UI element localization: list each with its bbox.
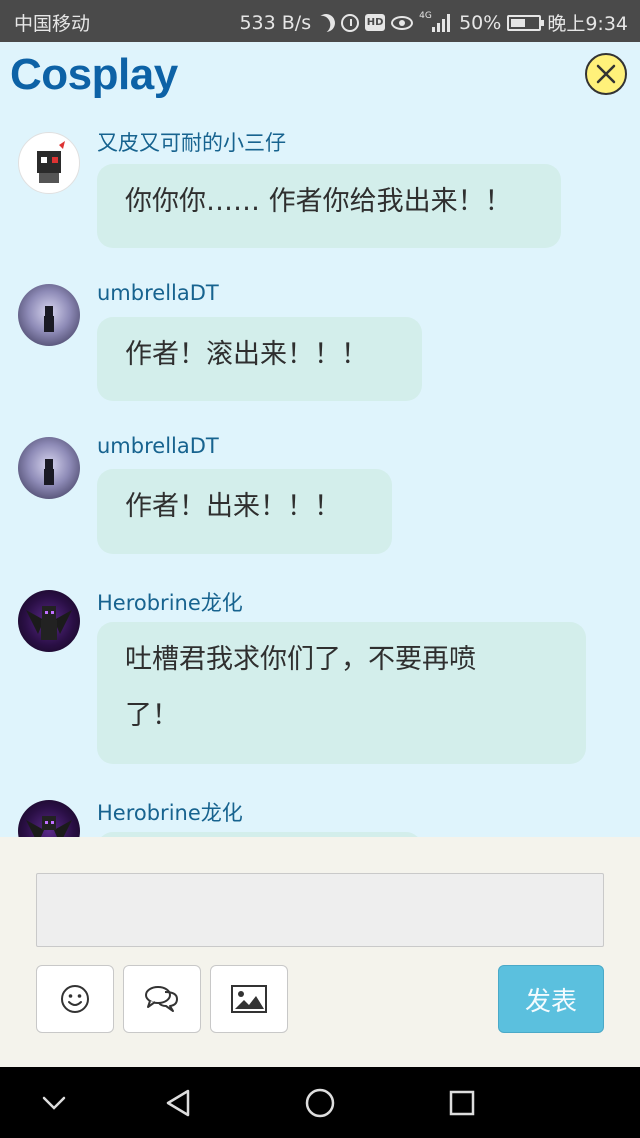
page-title: Cosplay xyxy=(10,50,178,99)
hd-icon: HD xyxy=(365,14,386,31)
chevron-down-icon xyxy=(42,1096,66,1110)
message-bubble[interactable]: 你你你…… 作者你给我出来！！ xyxy=(97,164,561,248)
network-type: 4G xyxy=(419,10,432,21)
message-bubble[interactable]: 吐槽君我求你们了，不要再喷 了！ xyxy=(97,622,586,764)
clock: 晚上9:34 xyxy=(547,13,628,35)
message-input[interactable] xyxy=(36,873,604,947)
image-button[interactable] xyxy=(210,965,288,1033)
quote-button[interactable] xyxy=(123,965,201,1033)
close-icon xyxy=(596,64,616,84)
avatar[interactable] xyxy=(18,590,80,652)
nav-collapse-button[interactable] xyxy=(36,1085,72,1121)
eye-icon xyxy=(391,15,414,30)
avatar[interactable] xyxy=(18,437,80,499)
back-triangle-icon xyxy=(166,1089,190,1117)
message-text-line: 吐槽君我求你们了，不要再喷 xyxy=(125,644,476,675)
recents-square-icon xyxy=(449,1090,475,1116)
avatar[interactable] xyxy=(18,284,80,346)
home-circle-icon xyxy=(305,1088,335,1118)
username[interactable]: Herobrine龙化 xyxy=(97,797,243,827)
message-bubble[interactable]: 作者！出来！！！ xyxy=(97,469,392,554)
message-bubble[interactable]: 作者！滚出来！！！ xyxy=(97,317,422,401)
signal-icon: 4G xyxy=(419,10,453,32)
carrier-name: 中国移动 xyxy=(14,13,91,35)
username[interactable]: umbrellaDT xyxy=(97,281,219,305)
message-list[interactable]: 又皮又可耐的小三仔 你你你…… 作者你给我出来！！ umbrellaDT 作者！… xyxy=(0,110,640,837)
image-icon xyxy=(231,985,267,1013)
send-button[interactable]: 发表 xyxy=(498,965,604,1033)
moon-icon xyxy=(315,11,338,34)
status-bar: 中国移动 533 B/s HD 4G 50% 晚上9:34 xyxy=(0,0,640,42)
message-text: 你你你…… 作者你给我出来！！ xyxy=(125,186,512,217)
username[interactable]: umbrellaDT xyxy=(97,434,219,458)
message-text: 作者！出来！！！ xyxy=(125,491,341,522)
username[interactable]: Herobrine龙化 xyxy=(97,587,243,617)
battery-percent: 50% xyxy=(459,11,502,34)
battery-icon xyxy=(507,14,545,31)
close-button[interactable] xyxy=(585,53,627,95)
chat-bubbles-icon xyxy=(145,986,178,1012)
username[interactable]: 又皮又可耐的小三仔 xyxy=(97,127,286,157)
nav-back-button[interactable] xyxy=(160,1085,196,1121)
message-text-line: 了！ xyxy=(125,700,179,731)
smiley-icon xyxy=(61,985,89,1013)
nav-recents-button[interactable] xyxy=(444,1085,480,1121)
avatar[interactable] xyxy=(18,800,80,837)
network-speed: 533 B/s xyxy=(239,11,312,34)
composer: 发表 xyxy=(0,837,640,1067)
navigation-bar xyxy=(0,1067,640,1138)
emoji-button[interactable] xyxy=(36,965,114,1033)
alarm-icon xyxy=(341,13,360,32)
status-icons: 533 B/s HD 4G 50% 晚上9:34 xyxy=(239,9,628,36)
nav-home-button[interactable] xyxy=(302,1085,338,1121)
avatar[interactable] xyxy=(18,132,80,194)
message-text: 作者！滚出来！！！ xyxy=(125,339,368,370)
